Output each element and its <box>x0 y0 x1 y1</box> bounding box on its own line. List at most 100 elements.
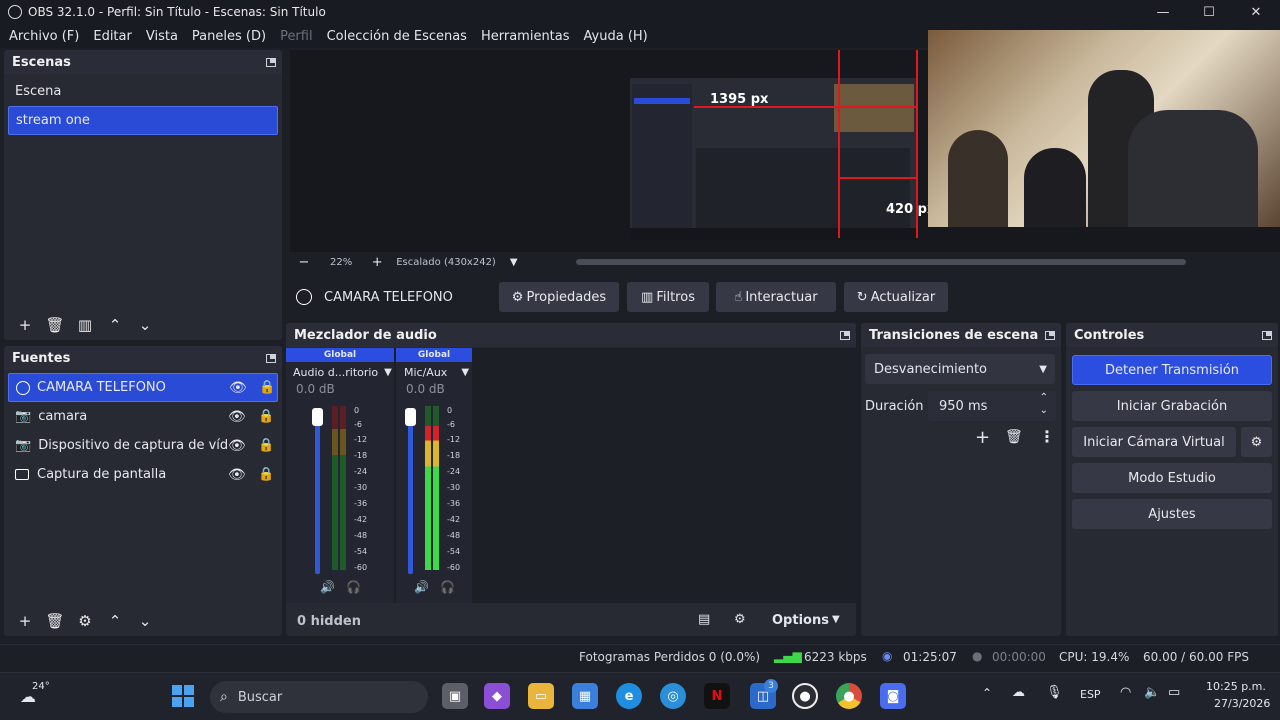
speaker-icon[interactable]: 🔊 <box>414 580 429 594</box>
volume-slider[interactable] <box>315 414 320 574</box>
trash-icon[interactable]: 🗑 <box>40 313 70 337</box>
source-item[interactable]: 📷 Dispositivo de captura de vídeo 👁 🔒 <box>8 431 278 460</box>
source-item-selected[interactable]: CAMARA TELEFONO 👁 🔒 <box>8 373 278 402</box>
headphones-icon[interactable]: 🎧 <box>346 580 361 594</box>
move-down-icon[interactable]: ⌄ <box>130 313 160 337</box>
duration-field[interactable]: 950 ms ⌃ ⌄ <box>928 391 1056 421</box>
language-indicator[interactable]: ESP <box>1080 688 1101 701</box>
battery-icon[interactable]: ▭ <box>1168 685 1180 700</box>
store-icon[interactable]: ▦ <box>572 683 598 709</box>
volume-icon[interactable]: 🔈 <box>1144 685 1160 700</box>
layout-toggle-icon[interactable]: ▤ <box>698 612 710 627</box>
speaker-icon[interactable]: 🔊 <box>320 580 335 594</box>
scaling-label: Escalado (430x242) <box>396 256 496 268</box>
preview-canvas[interactable]: 1395 px 420 px <box>290 30 1280 255</box>
zoom-out-button[interactable]: − <box>296 255 312 270</box>
move-up-icon[interactable]: ⌃ <box>100 313 130 337</box>
clock-time[interactable]: 10:25 p.m. <box>1206 680 1266 693</box>
eye-icon[interactable]: 👁 <box>228 467 246 483</box>
headphones-icon[interactable]: 🎧 <box>440 580 455 594</box>
close-button[interactable]: ✕ <box>1233 0 1279 24</box>
start-icon[interactable] <box>172 685 194 707</box>
skype-icon[interactable]: ◎ <box>660 683 686 709</box>
virtual-camera-settings-icon[interactable]: ⚙ <box>1241 427 1272 457</box>
float-icon[interactable] <box>1262 330 1272 340</box>
menu-ayuda[interactable]: Ayuda (H) <box>577 29 655 44</box>
float-icon[interactable] <box>266 57 276 67</box>
stop-streaming-button[interactable]: Detener Transmisión <box>1072 355 1272 385</box>
chevron-down-icon[interactable]: ▼ <box>832 614 840 625</box>
volume-slider[interactable] <box>408 414 413 574</box>
float-icon[interactable] <box>1045 330 1055 340</box>
task-view-icon[interactable]: ▣ <box>442 683 468 709</box>
minimize-button[interactable]: — <box>1140 0 1186 24</box>
channel-menu-icon[interactable]: ▼ <box>384 367 392 378</box>
tray-app-icon[interactable]: ☁ <box>1012 685 1025 700</box>
menu-paneles[interactable]: Paneles (D) <box>185 29 273 44</box>
add-icon[interactable]: + <box>10 313 40 337</box>
edge-icon[interactable]: e <box>616 683 642 709</box>
obs-taskbar-icon[interactable]: ● <box>792 683 818 709</box>
menu-perfil[interactable]: Perfil <box>273 29 320 44</box>
transition-select[interactable]: Desvanecimiento ▼ <box>865 354 1055 384</box>
settings-button[interactable]: Ajustes <box>1072 499 1272 529</box>
netflix-icon[interactable]: N <box>704 683 730 709</box>
wifi-icon[interactable]: ◠ <box>1120 685 1131 700</box>
more-options-icon[interactable]: ⋮ <box>1039 427 1055 446</box>
mixer-title: Mezclador de audio <box>294 327 437 343</box>
lock-icon[interactable]: 🔒 <box>259 380 275 395</box>
chevron-up-icon[interactable]: ⌃ <box>982 686 992 700</box>
zoom-in-button[interactable]: + <box>370 255 384 270</box>
taskbar-search[interactable]: ⌕ Buscar <box>210 681 428 713</box>
source-item[interactable]: 📷 camara 👁 🔒 <box>8 402 278 431</box>
preview-scrollbar[interactable] <box>576 259 1186 265</box>
options-button[interactable]: Options <box>772 613 829 628</box>
chrome-icon[interactable]: ● <box>836 683 862 709</box>
studio-mode-button[interactable]: Modo Estudio <box>1072 463 1272 493</box>
transition-value: Desvanecimiento <box>874 361 988 377</box>
microphone-icon[interactable]: 🎙 <box>1046 685 1063 700</box>
add-icon[interactable]: + <box>10 609 40 633</box>
eye-icon[interactable]: 👁 <box>228 437 246 454</box>
virtual-camera-button[interactable]: Iniciar Cámara Virtual <box>1072 427 1236 457</box>
properties-button[interactable]: ⚙ Propiedades <box>499 282 619 312</box>
spin-up-icon[interactable]: ⌃ <box>1040 392 1048 403</box>
menu-herramientas[interactable]: Herramientas <box>474 29 577 44</box>
scaling-dropdown-icon[interactable]: ▼ <box>510 257 518 268</box>
float-icon[interactable] <box>266 353 276 363</box>
maximize-button[interactable]: ☐ <box>1186 0 1232 24</box>
source-item[interactable]: Captura de pantalla 👁 🔒 <box>8 460 278 489</box>
eye-icon[interactable]: 👁 <box>229 380 247 396</box>
move-down-icon[interactable]: ⌄ <box>130 609 160 633</box>
lock-icon[interactable]: 🔒 <box>258 467 274 482</box>
float-icon[interactable] <box>840 330 850 340</box>
scene-item[interactable]: Escena <box>8 77 278 106</box>
start-recording-button[interactable]: Iniciar Grabación <box>1072 391 1272 421</box>
refresh-button[interactable]: ↻ Actualizar <box>844 282 948 312</box>
menu-archivo[interactable]: Archivo (F) <box>2 29 86 44</box>
lock-icon[interactable]: 🔒 <box>258 409 274 424</box>
advanced-audio-icon[interactable]: ⚙ <box>734 612 746 627</box>
add-icon[interactable]: + <box>975 427 990 448</box>
channel-menu-icon[interactable]: ▼ <box>461 367 469 378</box>
filter-icon[interactable]: ▥ <box>70 313 100 337</box>
trash-icon[interactable]: 🗑 <box>40 609 70 633</box>
file-explorer-icon[interactable]: ▭ <box>528 683 554 709</box>
lock-icon[interactable]: 🔒 <box>258 438 274 453</box>
spin-down-icon[interactable]: ⌄ <box>1040 405 1048 416</box>
volume-slider-handle[interactable] <box>405 408 416 426</box>
scene-item-selected[interactable]: stream one <box>8 106 278 135</box>
app-icon[interactable]: ◙ <box>880 683 906 709</box>
filters-button[interactable]: ▥ Filtros <box>627 282 709 312</box>
gear-icon[interactable]: ⚙ <box>70 609 100 633</box>
move-up-icon[interactable]: ⌃ <box>100 609 130 633</box>
clock-date[interactable]: 27/3/2026 <box>1214 697 1270 710</box>
menu-editar[interactable]: Editar <box>86 29 139 44</box>
menu-vista[interactable]: Vista <box>139 29 185 44</box>
volume-slider-handle[interactable] <box>312 408 323 426</box>
menu-coleccion[interactable]: Colección de Escenas <box>320 29 474 44</box>
interact-button[interactable]: ☝ Interactuar <box>716 282 836 312</box>
eye-icon[interactable]: 👁 <box>228 409 246 425</box>
copilot-icon[interactable]: ◆ <box>484 683 510 709</box>
trash-icon[interactable]: 🗑 <box>1005 429 1023 445</box>
